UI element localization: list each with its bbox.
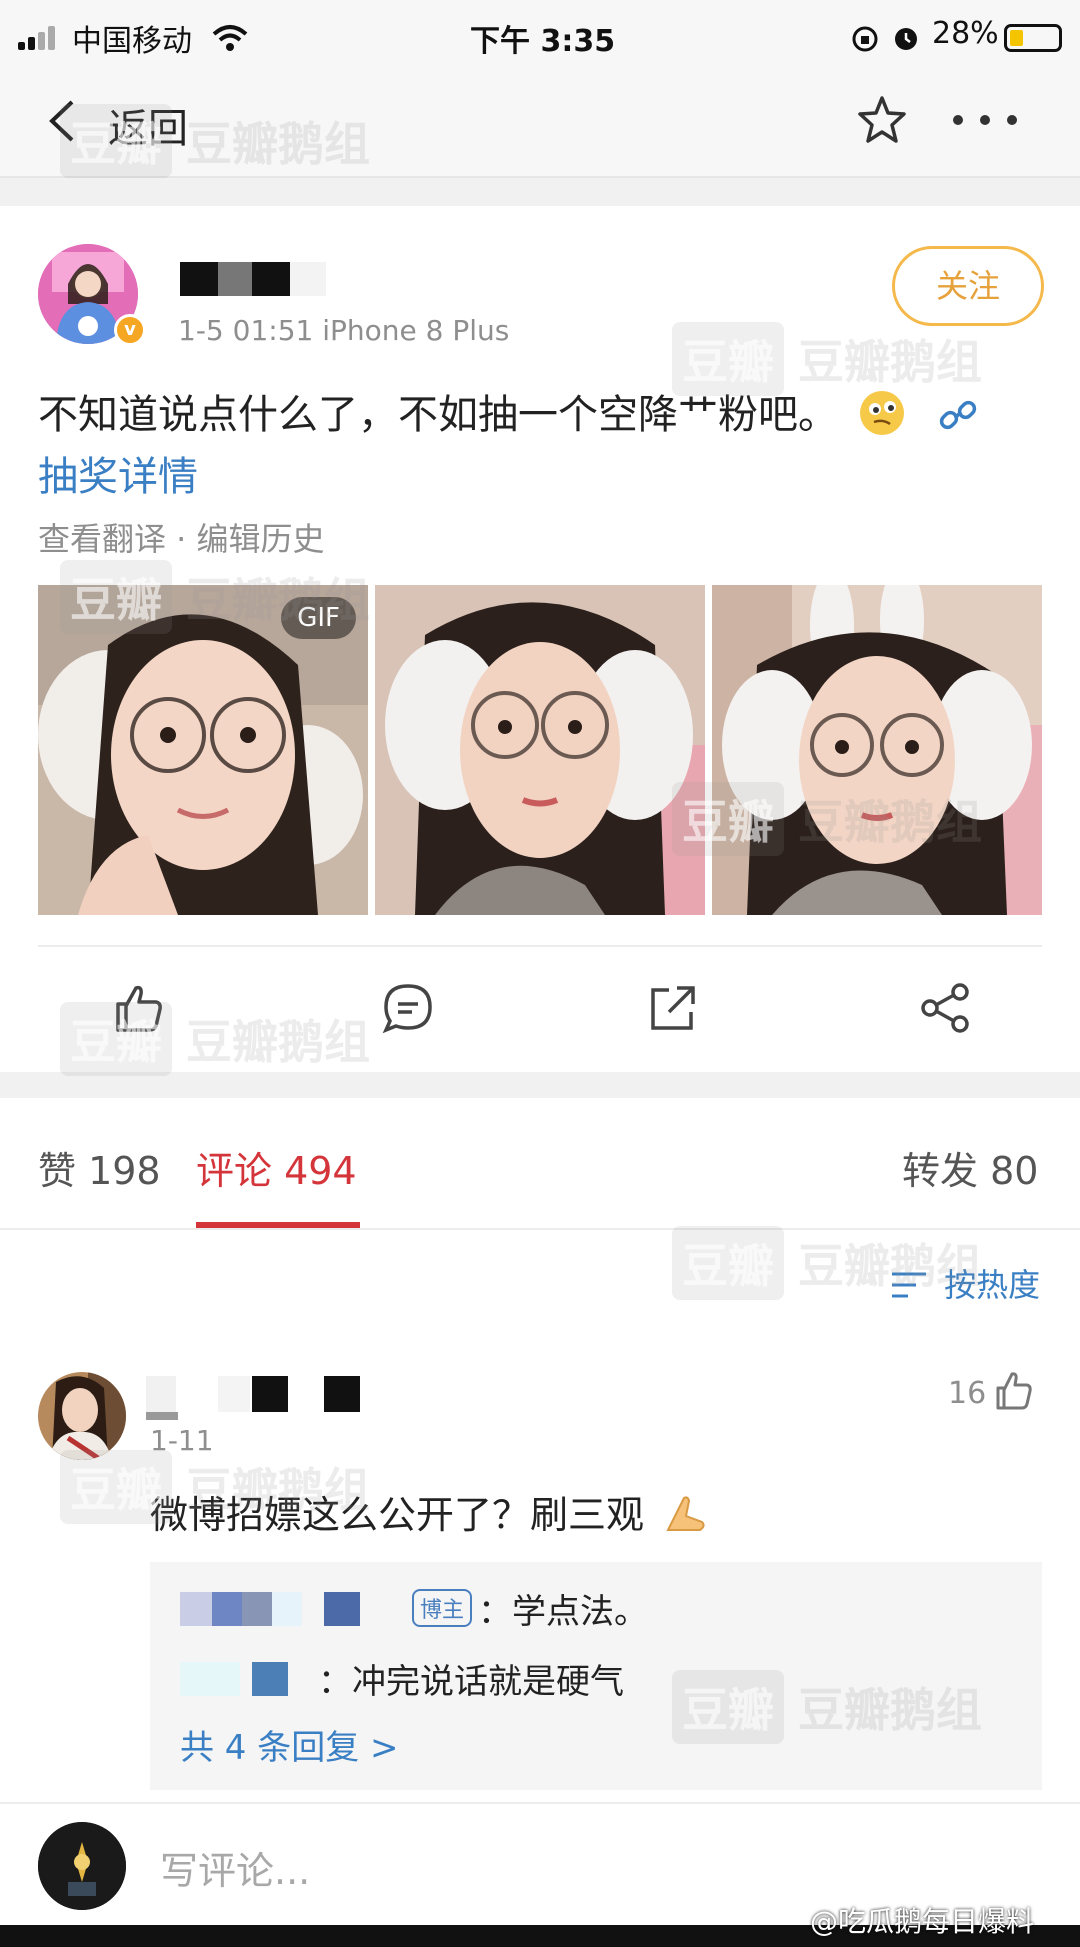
section-gap <box>0 178 1080 206</box>
verified-badge-icon: v <box>114 314 146 346</box>
commenter-avatar[interactable] <box>38 1372 126 1460</box>
watermark: 豆瓣 豆瓣鹅组 <box>672 1670 982 1744</box>
redacted-name <box>146 1412 178 1420</box>
reply-text: ：冲完说话就是硬气 <box>318 1662 624 1702</box>
more-icon[interactable] <box>950 112 1020 128</box>
watermark-box: 豆瓣 <box>60 1002 172 1076</box>
tab-likes[interactable]: 赞 198 <box>38 1140 161 1195</box>
link-icon[interactable] <box>937 394 979 436</box>
watermark: 豆瓣 豆瓣鹅组 <box>672 782 982 856</box>
watermark: 豆瓣 豆瓣鹅组 <box>672 1226 982 1300</box>
redacted-name <box>212 1592 242 1626</box>
comment-like-icon[interactable] <box>994 1370 1034 1412</box>
carrier-label: 中国移动 <box>72 24 192 59</box>
watermark-box: 豆瓣 <box>60 1450 172 1524</box>
more-replies-link[interactable]: 共 4 条回复 > <box>180 1720 399 1769</box>
redacted-name <box>218 1376 250 1412</box>
signal-icon <box>18 26 60 50</box>
redacted-name <box>252 1662 288 1696</box>
redacted-name <box>252 262 290 296</box>
watermark-box: 豆瓣 <box>672 782 784 856</box>
watermark: 豆瓣 豆瓣鹅组 <box>672 322 982 396</box>
watermark-box: 豆瓣 <box>60 104 172 178</box>
redacted-name <box>180 1662 240 1696</box>
redacted-name <box>252 1376 288 1412</box>
redacted-name <box>180 262 220 296</box>
watermark: 豆瓣 豆瓣鹅组 <box>60 560 370 634</box>
source-watermark: @吃瓜鹅每日爆料 <box>810 1905 1035 1938</box>
watermark: 豆瓣 豆瓣鹅组 <box>60 1450 370 1524</box>
post-photo-3[interactable] <box>712 585 1042 915</box>
translate-edit-history[interactable]: 查看翻译 · 编辑历史 <box>38 514 325 560</box>
reply-2: ：冲完说话就是硬气 <box>318 1654 624 1703</box>
redacted-name <box>180 1592 212 1626</box>
follow-button[interactable]: 关注 <box>892 246 1044 326</box>
comment-input[interactable]: 写评论... <box>160 1840 310 1895</box>
redacted-name <box>146 1376 176 1412</box>
redacted-name <box>324 1376 360 1412</box>
comment-icon[interactable] <box>380 980 436 1036</box>
host-badge: 博主 <box>412 1589 473 1627</box>
watermark-box: 豆瓣 <box>672 1670 784 1744</box>
watermark-text: 豆瓣鹅组 <box>186 117 370 171</box>
reply-1: 博主 ：学点法。 <box>412 1584 648 1633</box>
reply-text: ：学点法。 <box>478 1592 649 1632</box>
redacted-name <box>218 262 252 296</box>
watermark-box: 豆瓣 <box>672 322 784 396</box>
watermark-text: 豆瓣鹅组 <box>186 1015 370 1069</box>
alarm-icon <box>895 28 917 50</box>
post-photo-2[interactable] <box>375 585 705 915</box>
watermark-text: 豆瓣鹅组 <box>798 1239 982 1293</box>
watermark-box: 豆瓣 <box>60 560 172 634</box>
watermark-text: 豆瓣鹅组 <box>186 1463 370 1517</box>
watermark-text: 豆瓣鹅组 <box>798 1683 982 1737</box>
watermark-text: 豆瓣鹅组 <box>798 795 982 849</box>
battery-percent: 28% <box>932 16 999 51</box>
watermark-text: 豆瓣鹅组 <box>186 573 370 627</box>
post-photo-1[interactable]: GIF <box>38 585 368 915</box>
comment-like-count: 16 <box>948 1376 987 1411</box>
star-icon[interactable] <box>856 94 908 146</box>
clock: 下午 3:35 <box>470 24 616 59</box>
redacted-name <box>242 1592 272 1626</box>
watermark: 豆瓣 豆瓣鹅组 <box>60 104 370 178</box>
repost-icon[interactable] <box>645 980 701 1036</box>
status-bar: 中国移动 下午 3:35 28% <box>0 0 1080 72</box>
post-body: 不知道说点什么了，不如抽一个空降艹粉吧。 抽奖详情 <box>38 384 1038 508</box>
post-text: 不知道说点什么了，不如抽一个空降艹粉吧。 <box>38 392 838 438</box>
orientation-lock-icon <box>852 26 878 52</box>
tab-reposts[interactable]: 转发 80 <box>902 1140 1038 1195</box>
tab-comments[interactable]: 评论 494 <box>196 1140 357 1195</box>
watermark-text: 豆瓣鹅组 <box>798 335 982 389</box>
share-icon[interactable] <box>918 980 974 1036</box>
redacted-name <box>290 262 326 296</box>
watermark-box: 豆瓣 <box>672 1226 784 1300</box>
praying-hands-emoji-icon <box>666 1496 705 1531</box>
my-avatar[interactable] <box>38 1822 126 1910</box>
divider <box>38 945 1042 947</box>
redacted-name <box>272 1592 302 1626</box>
redacted-name <box>324 1592 360 1626</box>
watermark: 豆瓣 豆瓣鹅组 <box>60 1002 370 1076</box>
post-meta: 1-5 01:51 iPhone 8 Plus <box>178 314 510 347</box>
wifi-icon <box>212 25 248 51</box>
battery-icon <box>1004 24 1062 52</box>
lottery-details-link[interactable]: 抽奖详情 <box>38 454 198 500</box>
